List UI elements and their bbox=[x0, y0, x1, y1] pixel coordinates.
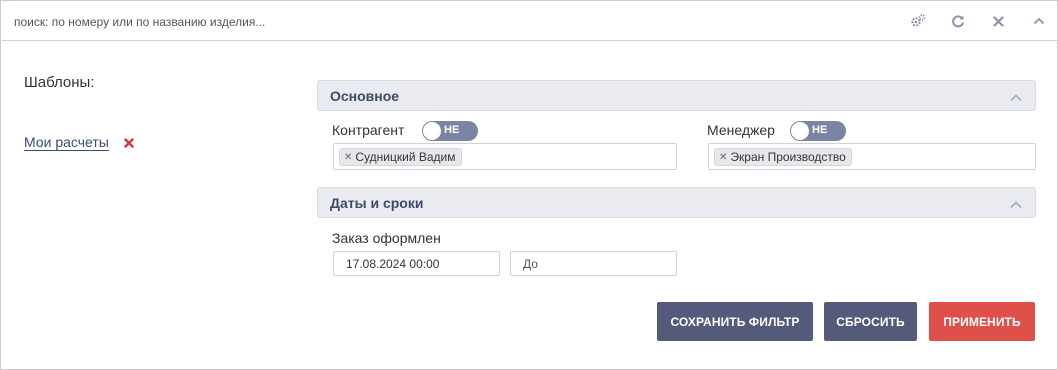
toggle-label: НЕ bbox=[812, 124, 828, 136]
selected-tag: ✕ Судницкий Вадим bbox=[339, 148, 462, 166]
search-input[interactable] bbox=[14, 11, 874, 33]
contractor-negate-toggle[interactable]: НЕ bbox=[422, 121, 478, 141]
date-to-input[interactable] bbox=[510, 251, 677, 276]
templates-title: Шаблоны: bbox=[24, 74, 95, 91]
order-placed-label: Заказ оформлен bbox=[332, 230, 441, 246]
template-link[interactable]: Мои расчеты bbox=[24, 134, 109, 150]
section-dates-header[interactable]: Даты и сроки bbox=[317, 187, 1036, 218]
tag-label: Экран Производство bbox=[730, 150, 846, 164]
remove-tag-icon[interactable]: ✕ bbox=[344, 152, 352, 163]
apply-button[interactable]: ПРИМЕНИТЬ bbox=[929, 302, 1035, 341]
toggle-label: НЕ bbox=[444, 124, 460, 136]
filter-panel: Шаблоны: Мои расчеты Основное Контрагент… bbox=[0, 0, 1058, 370]
toggle-knob bbox=[791, 122, 809, 140]
manager-label: Менеджер bbox=[707, 122, 775, 138]
section-dates-title: Даты и сроки bbox=[330, 195, 424, 211]
search-bar bbox=[2, 2, 1057, 41]
remove-template-icon[interactable] bbox=[123, 136, 135, 148]
save-filter-button[interactable]: СОХРАНИТЬ ФИЛЬТР bbox=[657, 302, 813, 341]
manager-select[interactable]: ✕ Экран Производство bbox=[708, 143, 1036, 170]
chevron-up-icon[interactable] bbox=[1009, 90, 1023, 102]
remove-tag-icon[interactable]: ✕ bbox=[719, 152, 727, 163]
toggle-knob bbox=[423, 122, 441, 140]
refresh-icon[interactable] bbox=[950, 13, 966, 29]
section-main-title: Основное bbox=[330, 88, 400, 104]
section-main-header[interactable]: Основное bbox=[317, 80, 1036, 111]
close-icon[interactable] bbox=[990, 13, 1006, 29]
chevron-up-icon[interactable] bbox=[1031, 13, 1047, 29]
reset-button[interactable]: СБРОСИТЬ bbox=[824, 302, 917, 341]
date-from-input[interactable] bbox=[333, 251, 500, 276]
contractor-select[interactable]: ✕ Судницкий Вадим bbox=[333, 143, 677, 170]
contractor-label: Контрагент bbox=[332, 122, 405, 138]
manager-negate-toggle[interactable]: НЕ bbox=[790, 121, 846, 141]
selected-tag: ✕ Экран Производство bbox=[714, 148, 852, 166]
settings-icon[interactable] bbox=[910, 13, 926, 29]
chevron-up-icon[interactable] bbox=[1009, 197, 1023, 209]
tag-label: Судницкий Вадим bbox=[355, 150, 456, 164]
